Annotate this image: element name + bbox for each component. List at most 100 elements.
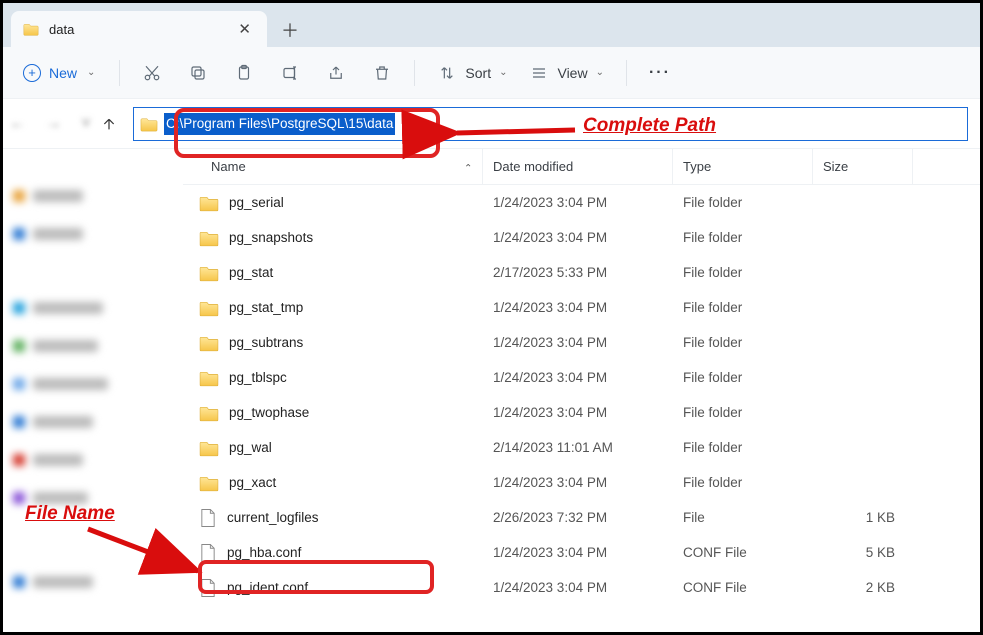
file-name-label: pg_wal <box>229 440 272 455</box>
folder-icon <box>23 21 39 37</box>
file-modified-cell: 1/24/2023 3:04 PM <box>483 405 673 420</box>
column-headers[interactable]: Name⌄ Date modified Type Size <box>183 149 980 185</box>
file-size-cell: 5 KB <box>813 545 913 560</box>
more-button[interactable]: ··· <box>649 64 671 82</box>
nav-back-forward[interactable]: ←→˅ <box>15 112 85 136</box>
rename-icon[interactable] <box>280 63 300 83</box>
chevron-down-icon: ⌄ <box>87 67 95 78</box>
file-name-cell: pg_subtrans <box>183 334 483 352</box>
close-tab-button[interactable]: ✕ <box>234 18 255 40</box>
file-name-cell: pg_ident.conf <box>183 578 483 598</box>
file-modified-cell: 1/24/2023 3:04 PM <box>483 300 673 315</box>
clipboard-group <box>142 63 392 83</box>
file-name-cell: pg_stat <box>183 264 483 282</box>
folder-icon <box>199 474 219 492</box>
file-size-cell: 1 KB <box>813 510 913 525</box>
file-row[interactable]: pg_stat2/17/2023 5:33 PMFile folder <box>183 255 980 290</box>
file-row[interactable]: pg_subtrans1/24/2023 3:04 PMFile folder <box>183 325 980 360</box>
plus-circle-icon: + <box>23 64 41 82</box>
file-name-cell: pg_wal <box>183 439 483 457</box>
file-name-label: pg_serial <box>229 195 284 210</box>
file-name-label: pg_twophase <box>229 405 309 420</box>
file-row[interactable]: pg_twophase 1/24/2023 3:04 PMFile folder <box>183 395 980 430</box>
file-type-cell: File folder <box>673 475 813 490</box>
new-button[interactable]: + New ⌄ <box>21 60 97 86</box>
file-type-cell: File folder <box>673 440 813 455</box>
chevron-down-icon: ⌄ <box>596 67 604 78</box>
address-row: ←→˅ C:\Program Files\PostgreSQL\15\data <box>3 99 980 149</box>
sort-button[interactable]: Sort ⌄ <box>437 63 507 83</box>
file-name-cell: pg_snapshots <box>183 229 483 247</box>
folder-icon <box>199 334 219 352</box>
paste-icon[interactable] <box>234 63 254 83</box>
file-type-cell: CONF File <box>673 580 813 595</box>
file-name-label: current_logfiles <box>227 510 319 525</box>
file-type-cell: File <box>673 510 813 525</box>
file-modified-cell: 2/26/2023 7:32 PM <box>483 510 673 525</box>
file-name-cell: pg_xact <box>183 474 483 492</box>
column-name[interactable]: Name⌄ <box>183 149 483 184</box>
file-type-cell: File folder <box>673 370 813 385</box>
folder-icon <box>199 299 219 317</box>
address-path[interactable]: C:\Program Files\PostgreSQL\15\data <box>164 113 395 135</box>
view-icon <box>529 63 549 83</box>
file-modified-cell: 1/24/2023 3:04 PM <box>483 230 673 245</box>
file-row[interactable]: current_logfiles 2/26/2023 7:32 PMFile1 K… <box>183 500 980 535</box>
file-modified-cell: 2/14/2023 11:01 AM <box>483 440 673 455</box>
file-row[interactable]: pg_serial1/24/2023 3:04 PMFile folder <box>183 185 980 220</box>
copy-icon[interactable] <box>188 63 208 83</box>
sort-icon <box>437 63 457 83</box>
file-modified-cell: 2/17/2023 5:33 PM <box>483 265 673 280</box>
file-modified-cell: 1/24/2023 3:04 PM <box>483 475 673 490</box>
file-icon <box>199 508 217 528</box>
file-name-cell: pg_hba.conf <box>183 543 483 563</box>
file-row[interactable]: pg_hba.conf1/24/2023 3:04 PMCONF File5 K… <box>183 535 980 570</box>
navigation-pane[interactable] <box>3 149 183 632</box>
file-name-label: pg_ident.conf <box>227 580 308 595</box>
window-tab[interactable]: data ✕ <box>11 11 267 47</box>
file-name-label: pg_hba.conf <box>227 545 301 560</box>
file-row[interactable]: pg_stat_tmp1/24/2023 3:04 PMFile folder <box>183 290 980 325</box>
file-name-cell: pg_twophase <box>183 404 483 422</box>
address-bar[interactable]: C:\Program Files\PostgreSQL\15\data <box>133 107 968 141</box>
tab-title: data <box>49 22 224 37</box>
file-name-cell: pg_serial <box>183 194 483 212</box>
file-type-cell: File folder <box>673 335 813 350</box>
view-button[interactable]: View ⌄ <box>529 63 603 83</box>
file-name-cell: pg_tblspc <box>183 369 483 387</box>
folder-icon <box>199 439 219 457</box>
file-type-cell: File folder <box>673 405 813 420</box>
new-button-label: New <box>49 65 77 81</box>
delete-icon[interactable] <box>372 63 392 83</box>
file-type-cell: File folder <box>673 230 813 245</box>
file-name-label: pg_xact <box>229 475 276 490</box>
file-list: Name⌄ Date modified Type Size pg_serial1… <box>183 149 980 632</box>
toolbar: + New ⌄ Sort ⌄ View ⌄ ··· <box>3 47 980 99</box>
new-tab-button[interactable]: ＋ <box>273 13 307 47</box>
folder-icon <box>199 404 219 422</box>
cut-icon[interactable] <box>142 63 162 83</box>
column-modified[interactable]: Date modified <box>483 149 673 184</box>
share-icon[interactable] <box>326 63 346 83</box>
view-label: View <box>557 65 587 81</box>
chevron-down-icon: ⌄ <box>499 67 507 78</box>
file-modified-cell: 1/24/2023 3:04 PM <box>483 370 673 385</box>
column-size[interactable]: Size <box>813 149 913 184</box>
file-name-label: pg_snapshots <box>229 230 313 245</box>
folder-icon <box>199 229 219 247</box>
main-area: Name⌄ Date modified Type Size pg_serial1… <box>3 149 980 632</box>
file-row[interactable]: pg_xact 1/24/2023 3:04 PMFile folder <box>183 465 980 500</box>
nav-up-button[interactable] <box>99 114 119 134</box>
file-row[interactable]: pg_wal 2/14/2023 11:01 AMFile folder <box>183 430 980 465</box>
folder-icon <box>140 115 158 133</box>
file-row[interactable]: pg_snapshots 1/24/2023 3:04 PMFile folder <box>183 220 980 255</box>
file-row[interactable]: pg_tblspc1/24/2023 3:04 PMFile folder <box>183 360 980 395</box>
file-type-cell: File folder <box>673 195 813 210</box>
file-size-cell: 2 KB <box>813 580 913 595</box>
file-type-cell: CONF File <box>673 545 813 560</box>
file-row[interactable]: pg_ident.conf1/24/2023 3:04 PMCONF File2… <box>183 570 980 605</box>
toolbar-divider <box>414 60 415 86</box>
column-type[interactable]: Type <box>673 149 813 184</box>
file-name-cell: pg_stat_tmp <box>183 299 483 317</box>
file-name-label: pg_subtrans <box>229 335 303 350</box>
